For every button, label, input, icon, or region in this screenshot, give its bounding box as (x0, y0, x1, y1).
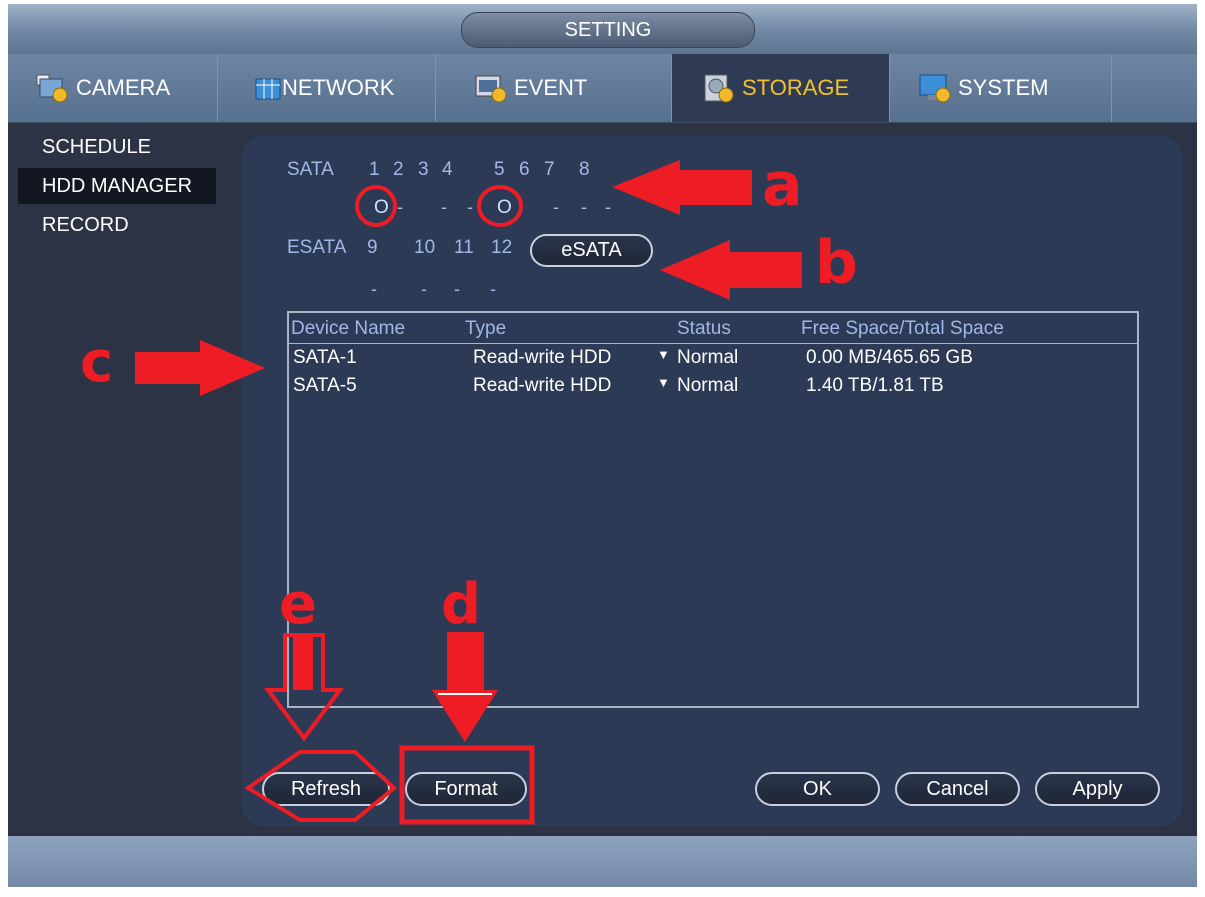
annotation-label-c: c (80, 330, 114, 395)
annotation-arrow-d (432, 632, 498, 742)
annotation-label-a: a (762, 150, 803, 220)
annotation-circle (477, 185, 523, 227)
annotation-hexagon (244, 750, 398, 822)
annotation-circle (355, 185, 397, 227)
annotation-rect (399, 745, 535, 825)
annotation-label-b: b (815, 228, 858, 298)
annotation-arrow-c (135, 340, 265, 396)
annotation-label-e: e (279, 572, 317, 637)
annotation-label-d: d (441, 572, 482, 637)
annotation-arrow-e-fill (293, 636, 313, 690)
annotation-arrow-b (660, 240, 802, 300)
annotation-overlay (135, 160, 802, 825)
annotation-arrow-a (612, 160, 752, 215)
